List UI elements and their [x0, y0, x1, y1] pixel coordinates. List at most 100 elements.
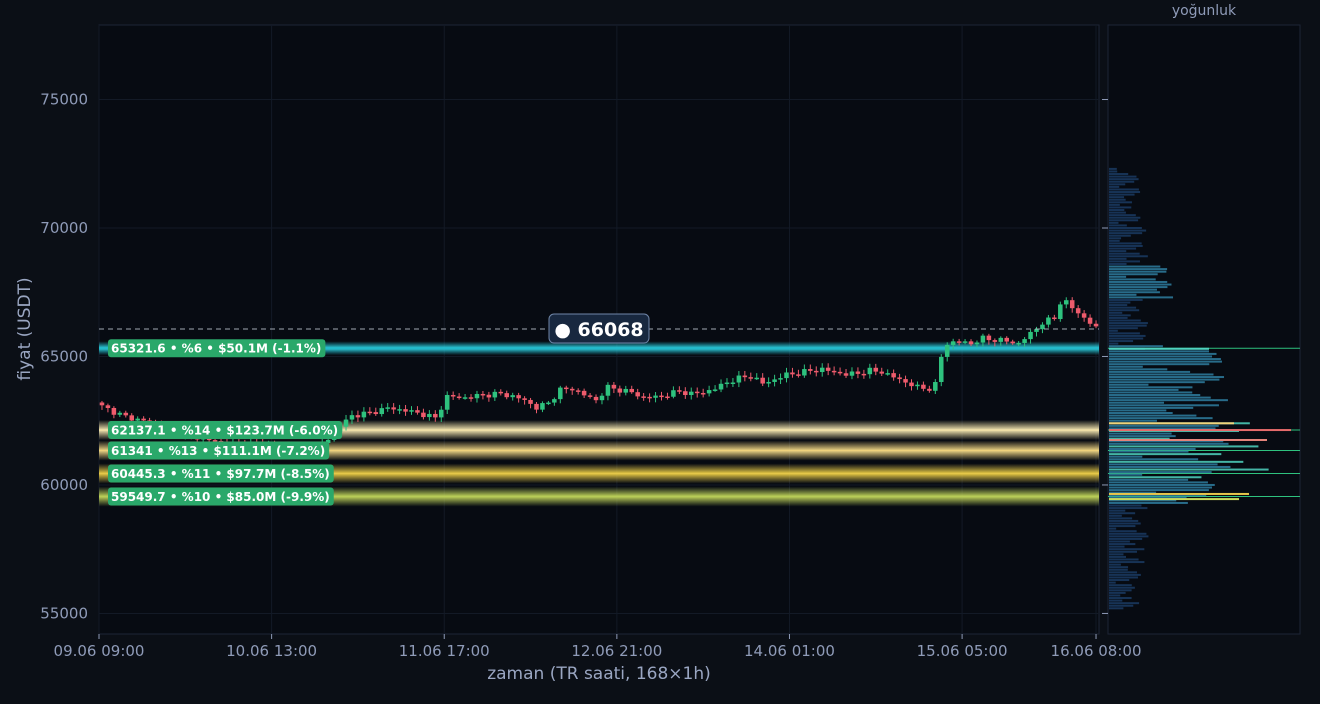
candle-body: [349, 415, 355, 420]
candle-body: [968, 341, 974, 345]
profile-bar: [1109, 602, 1140, 605]
profile-bar: [1109, 489, 1209, 492]
profile-bar: [1109, 568, 1128, 571]
candle-body: [444, 394, 450, 410]
candle-body: [659, 395, 664, 398]
candle-body: [944, 344, 950, 357]
profile-bar: [1109, 358, 1221, 361]
y-tick-label: 75000: [40, 91, 88, 109]
candle-body: [605, 384, 611, 396]
candle-body: [528, 399, 533, 404]
profile-bar: [1109, 535, 1149, 538]
profile-bar: [1109, 381, 1205, 384]
candle-body: [1016, 342, 1021, 345]
candle-body: [724, 382, 730, 385]
candle-body: [421, 412, 426, 418]
profile-bar: [1109, 476, 1202, 479]
x-axis-title: zaman (TR saati, 168×1h): [487, 664, 711, 684]
candle-body: [1087, 317, 1093, 324]
profile-bar: [1109, 445, 1259, 448]
candle-body: [867, 367, 873, 375]
profile-bar: [1109, 196, 1125, 199]
candle-body: [575, 390, 581, 392]
candle-body: [581, 390, 587, 396]
profile-bar: [1109, 360, 1222, 363]
profile-bar: [1109, 442, 1229, 445]
profile-bar: [1109, 221, 1119, 224]
x-tick-label: 10.06 13:00: [226, 642, 317, 660]
profile-bar: [1109, 460, 1244, 463]
profile-bar: [1109, 525, 1136, 528]
level-label: 59549.7 • %10 • $85.0M (-9.9%): [111, 490, 330, 504]
profile-bar-highlight: [1109, 347, 1209, 350]
profile-bar: [1109, 368, 1168, 371]
profile-bar: [1109, 352, 1217, 355]
level-label: 60445.3 • %11 • $97.7M (-8.5%): [111, 467, 330, 481]
candle-body: [486, 394, 492, 398]
profile-bar: [1109, 342, 1119, 345]
profile-bar: [1109, 316, 1128, 319]
profile-bar: [1109, 239, 1120, 242]
candle-body: [135, 418, 140, 421]
price-chart: 65321.6 • %6 • $50.1M (-1.1%) 62137.1 • %…: [15, 3, 1301, 684]
candle-body: [397, 409, 402, 411]
candle-body: [1010, 341, 1015, 344]
candle-body: [903, 379, 908, 383]
candle-body: [819, 367, 825, 373]
profile-bar: [1109, 576, 1138, 579]
profile-bar: [1109, 465, 1231, 468]
profile-bar: [1109, 378, 1220, 381]
level-label: 62137.1 • %14 • $123.7M (-6.0%): [111, 424, 338, 438]
candle-body: [772, 379, 777, 382]
candle-body: [617, 388, 623, 393]
candle-body: [879, 371, 884, 374]
x-tick-label: 11.06 17:00: [399, 642, 490, 660]
candle-body: [861, 373, 867, 376]
candle-body: [1022, 339, 1027, 343]
profile-bar: [1109, 543, 1136, 546]
candle-body: [540, 403, 545, 410]
candle-body: [778, 378, 783, 380]
candle-body: [593, 396, 599, 401]
profile-bar: [1109, 255, 1148, 258]
profile-bar: [1109, 376, 1225, 379]
profile-bar-highlight: [1109, 438, 1267, 441]
candle-body: [808, 369, 813, 371]
profile-bar: [1109, 324, 1147, 327]
profile-bar: [1109, 203, 1120, 206]
candle-body: [671, 390, 676, 397]
profile-bar: [1109, 540, 1130, 543]
profile-bar: [1109, 517, 1133, 520]
profile-bar: [1109, 509, 1126, 512]
level-label: 65321.6 • %6 • $50.1M (-1.1%): [111, 342, 321, 356]
profile-bar: [1109, 314, 1131, 317]
candle-body: [1064, 300, 1069, 305]
profile-bar: [1109, 180, 1135, 183]
candle-body: [599, 395, 605, 401]
profile-bar: [1109, 481, 1208, 484]
profile-bar: [1109, 401, 1165, 404]
profile-bar: [1109, 561, 1145, 564]
candle-body: [909, 382, 914, 387]
profile-bar: [1109, 478, 1189, 481]
profile-bar: [1109, 581, 1116, 584]
profile-bar: [1109, 337, 1144, 340]
profile-bar: [1109, 183, 1126, 186]
candle-body: [569, 388, 575, 391]
candle-body: [629, 388, 634, 393]
profile-bar: [1109, 340, 1134, 343]
profile-bar: [1109, 237, 1122, 240]
candle-body: [921, 384, 926, 389]
profile-bar: [1109, 473, 1143, 476]
candle-body: [939, 356, 944, 383]
candle-body: [99, 402, 105, 406]
candle-body: [790, 372, 795, 375]
profile-bar: [1109, 589, 1132, 592]
profile-bar: [1109, 250, 1127, 253]
profile-bar: [1109, 512, 1136, 515]
profile-bar: [1109, 370, 1191, 373]
candle-body: [212, 440, 218, 442]
candle-body: [754, 377, 759, 380]
candle-body: [802, 369, 807, 376]
candle-body: [712, 389, 718, 391]
